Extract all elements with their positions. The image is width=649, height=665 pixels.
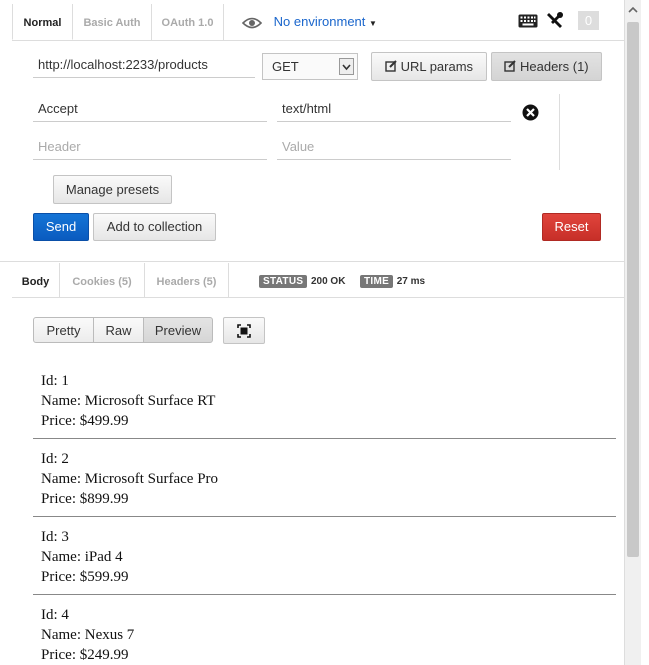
url-params-label: URL params <box>400 59 474 74</box>
scrollbar[interactable] <box>624 0 641 665</box>
request-url-input[interactable] <box>33 52 255 78</box>
tab-normal[interactable]: Normal <box>12 4 73 40</box>
header-key-input[interactable] <box>33 96 267 122</box>
caret-down-icon: ▼ <box>369 19 377 28</box>
method-select[interactable]: GET <box>262 53 358 80</box>
response-tab-strip: Body Cookies (5) Headers (5) STATUS 200 … <box>12 263 624 298</box>
product-name: Name: Microsoft Surface Pro <box>41 471 219 487</box>
tab-cookies[interactable]: Cookies (5) <box>60 263 145 297</box>
product-name: Name: iPad 4 <box>41 549 123 565</box>
product-separator <box>33 516 616 517</box>
new-header-value-input[interactable] <box>277 134 511 160</box>
eye-icon <box>241 17 263 28</box>
tab-response-headers[interactable]: Headers (5) <box>145 263 229 297</box>
product-price: Price: $599.99 <box>41 569 129 585</box>
view-preview-button[interactable]: Preview <box>143 317 213 343</box>
scroll-up-arrow-icon[interactable] <box>627 4 639 16</box>
product-id: Id: 4 <box>41 607 69 623</box>
status-badge: STATUS <box>259 275 308 288</box>
tools-icon[interactable] <box>546 11 564 29</box>
headers-button-label: Headers (1) <box>519 59 589 74</box>
view-pretty-button[interactable]: Pretty <box>33 317 94 343</box>
new-header-key-input[interactable] <box>33 134 267 160</box>
environment-label: No environment <box>273 14 366 29</box>
product-item: Id: 3 Name: iPad 4 Price: $599.99 <box>41 527 129 587</box>
fullscreen-icon <box>237 324 251 338</box>
product-item: Id: 4 Name: Nexus 7 Price: $249.99 <box>41 605 134 665</box>
product-id: Id: 3 <box>41 529 69 545</box>
product-price: Price: $249.99 <box>41 647 129 663</box>
time-indicator: TIME 27 ms <box>360 272 425 288</box>
tab-oauth[interactable]: OAuth 1.0 <box>152 4 224 40</box>
header-value-input[interactable] <box>277 96 511 122</box>
product-item: Id: 1 Name: Microsoft Surface RT Price: … <box>41 371 215 431</box>
product-id: Id: 2 <box>41 451 69 467</box>
fullscreen-button[interactable] <box>223 317 265 344</box>
edit-icon <box>504 60 517 72</box>
section-divider <box>0 261 624 262</box>
send-button[interactable]: Send <box>33 213 89 241</box>
product-id: Id: 1 <box>41 373 69 389</box>
scrollbar-thumb[interactable] <box>627 22 639 557</box>
edit-icon <box>385 60 397 72</box>
product-separator <box>33 438 616 439</box>
method-value: GET <box>272 59 299 74</box>
status-value: 200 OK <box>310 276 346 287</box>
remove-header-icon[interactable] <box>522 104 539 121</box>
reset-button[interactable]: Reset <box>542 213 601 241</box>
tab-body[interactable]: Body <box>12 263 60 297</box>
product-item: Id: 2 Name: Microsoft Surface Pro Price:… <box>41 449 218 509</box>
product-price: Price: $499.99 <box>41 413 129 429</box>
headers-button[interactable]: Headers (1) <box>491 52 602 81</box>
time-badge: TIME <box>360 275 394 288</box>
url-params-button[interactable]: URL params <box>371 52 487 81</box>
status-indicator: STATUS 200 OK <box>259 272 345 288</box>
header-divider <box>559 94 560 170</box>
environment-selector[interactable]: No environment ▼ <box>241 14 377 30</box>
history-counter-badge[interactable]: 0 <box>578 11 599 30</box>
product-separator <box>33 594 616 595</box>
select-arrow-icon <box>339 58 354 75</box>
product-name: Name: Microsoft Surface RT <box>41 393 216 409</box>
time-value: 27 ms <box>396 276 426 287</box>
add-to-collection-button[interactable]: Add to collection <box>93 213 216 241</box>
view-raw-button[interactable]: Raw <box>93 317 144 343</box>
auth-tab-strip: Normal Basic Auth OAuth 1.0 No environme… <box>12 4 624 41</box>
product-name: Name: Nexus 7 <box>41 627 135 643</box>
keyboard-icon[interactable] <box>518 14 538 28</box>
manage-presets-button[interactable]: Manage presets <box>53 175 172 204</box>
product-price: Price: $899.99 <box>41 491 129 507</box>
tab-basic-auth[interactable]: Basic Auth <box>73 4 152 40</box>
